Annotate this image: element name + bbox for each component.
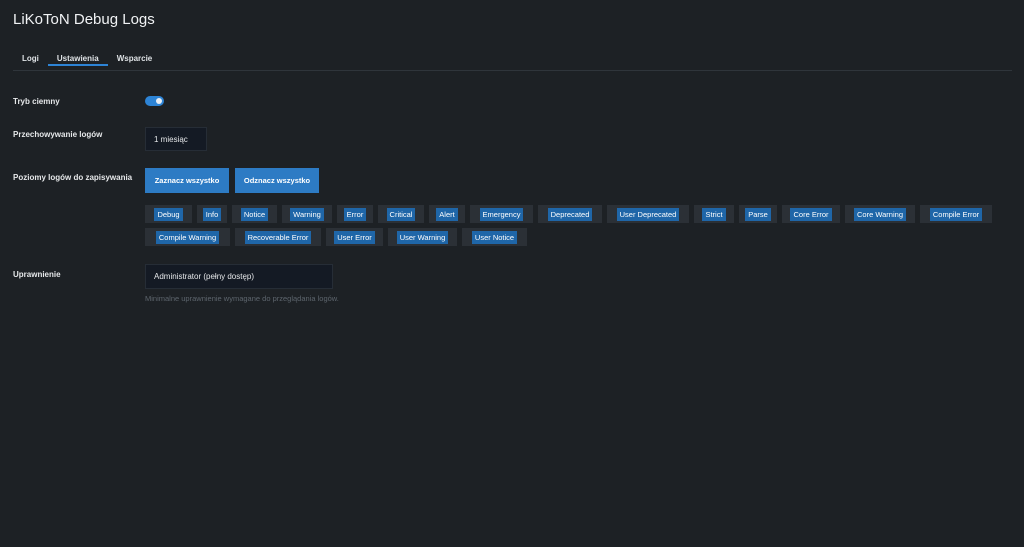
permission-label: Uprawnienie [13,270,61,279]
level-chip-label: Compile Warning [155,230,220,244]
tab-ustawienia[interactable]: Ustawienia [47,50,108,66]
level-chip-label: Compile Error [929,207,983,221]
tab-wsparcie[interactable]: Wsparcie [108,50,162,65]
level-chip-error[interactable]: Error [337,205,373,223]
level-chip-recoverable-error[interactable]: Recoverable Error [235,228,321,246]
level-chip-label: Core Warning [854,207,906,221]
toggle-knob [156,98,162,104]
deselect-all-button[interactable]: Odznacz wszystko [235,168,319,193]
level-chip-label: User Notice [471,230,518,244]
permission-select[interactable]: Administrator (pełny dostęp) [145,264,333,289]
retention-select[interactable]: 1 miesiąc [145,127,207,151]
level-chip-label: Info [202,207,222,221]
level-chip-user-error[interactable]: User Error [326,228,383,246]
tab-logi[interactable]: Logi [13,50,48,65]
permission-value: Administrator (pełny dostęp) [154,272,255,281]
level-chip-warning[interactable]: Warning [282,205,332,223]
tab-bar: Logi Ustawienia Wsparcie [13,50,1012,71]
level-chip-label: Debug [154,207,183,221]
level-chip-label: User Deprecated [616,207,680,221]
app-title: LiKoToN Debug Logs [13,11,155,28]
select-all-button[interactable]: Zaznacz wszystko [145,168,229,193]
level-chip-compile-warning[interactable]: Compile Warning [145,228,230,246]
level-chip-label: Recoverable Error [244,230,312,244]
level-chip-compile-error[interactable]: Compile Error [920,205,992,223]
level-chip-critical[interactable]: Critical [378,205,424,223]
level-chip-label: Parse [745,207,771,221]
dark-mode-toggle[interactable] [145,96,164,106]
level-chip-strict[interactable]: Strict [694,205,734,223]
level-chip-notice[interactable]: Notice [232,205,277,223]
level-chip-core-error[interactable]: Core Error [782,205,840,223]
settings-page: LiKoToN Debug Logs Logi Ustawienia Wspar… [0,0,1024,547]
level-chip-label: Notice [240,207,269,221]
level-chip-label: Strict [702,207,726,221]
level-chip-parse[interactable]: Parse [739,205,777,223]
level-chip-alert[interactable]: Alert [429,205,465,223]
level-chip-user-warning[interactable]: User Warning [388,228,457,246]
level-chip-label: Alert [436,207,458,221]
level-chip-deprecated[interactable]: Deprecated [538,205,602,223]
permission-help-text: Minimalne uprawnienie wymagane do przegl… [145,294,339,303]
level-chip-label: Error [343,207,367,221]
levels-label: Poziomy logów do zapisywania [13,173,133,182]
level-chip-label: Warning [290,207,324,221]
retention-label: Przechowywanie logów [13,130,103,139]
level-chip-core-warning[interactable]: Core Warning [845,205,915,223]
level-chip-label: Core Error [790,207,832,221]
level-chip-label: Deprecated [547,207,593,221]
level-chip-emergency[interactable]: Emergency [470,205,533,223]
level-chip-label: Emergency [479,207,524,221]
level-chip-user-deprecated[interactable]: User Deprecated [607,205,689,223]
level-chip-info[interactable]: Info [197,205,227,223]
level-chip-debug[interactable]: Debug [145,205,192,223]
level-chip-user-notice[interactable]: User Notice [462,228,527,246]
level-chip-label: Critical [386,207,416,221]
retention-value: 1 miesiąc [154,134,188,144]
level-chip-label: User Warning [396,230,449,244]
level-chip-label: User Error [334,230,375,244]
dark-mode-label: Tryb ciemny [13,97,60,106]
